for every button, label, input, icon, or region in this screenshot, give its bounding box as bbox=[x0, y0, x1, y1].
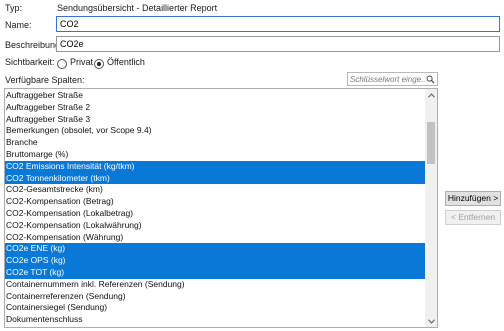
add-column-button[interactable]: Hinzufügen > bbox=[445, 191, 501, 206]
list-item[interactable]: Dokumentenschluss bbox=[5, 314, 426, 326]
name-input[interactable] bbox=[56, 16, 500, 32]
list-item[interactable]: CO2 Emissions Intensität (kg/tkm) bbox=[5, 160, 426, 173]
list-item[interactable]: CO2-Kompensation (Lokalbetrag) bbox=[5, 208, 426, 220]
list-item[interactable]: Containersiegel (Sendung) bbox=[5, 302, 426, 314]
visibility-private-radio[interactable] bbox=[57, 59, 67, 69]
description-label: Beschreibung: bbox=[5, 40, 63, 50]
type-label: Typ: bbox=[5, 3, 23, 13]
list-item[interactable]: CO2e TOT (kg) bbox=[5, 266, 426, 279]
list-item[interactable]: CO2e ENE (kg) bbox=[5, 243, 426, 256]
description-input[interactable] bbox=[56, 36, 500, 52]
list-scrollbar[interactable] bbox=[425, 89, 437, 327]
scroll-up-button[interactable] bbox=[425, 89, 437, 101]
visibility-public-radio[interactable] bbox=[94, 59, 104, 69]
list-item[interactable]: Auftraggeber Straße 3 bbox=[5, 114, 426, 126]
available-columns-list[interactable]: Auftraggeber Straße Auftraggeber Straße 2… bbox=[4, 88, 438, 328]
visibility-label: Sichtbarkeit: bbox=[5, 57, 55, 67]
column-search-box[interactable] bbox=[347, 72, 438, 86]
list-item[interactable]: CO2e OPS (kg) bbox=[5, 255, 426, 267]
list-item[interactable]: Auftraggeber Straße bbox=[5, 90, 426, 102]
list-item[interactable]: Containerreferenzen (Sendung) bbox=[5, 291, 426, 303]
type-value: Sendungsübersicht - Detaillierter Report bbox=[57, 3, 218, 13]
search-icon[interactable] bbox=[426, 75, 435, 84]
list-item[interactable]: Branche bbox=[5, 137, 426, 149]
scroll-down-button[interactable] bbox=[425, 315, 437, 327]
name-label: Name: bbox=[5, 20, 32, 30]
remove-column-button[interactable]: < Entfernen bbox=[445, 210, 501, 225]
column-search-input[interactable] bbox=[350, 74, 426, 85]
list-item[interactable]: CO2-Kompensation (Währung) bbox=[5, 232, 426, 244]
available-columns-label: Verfügbare Spalten: bbox=[5, 75, 85, 85]
scroll-thumb[interactable] bbox=[427, 122, 435, 164]
chevron-down-icon bbox=[427, 318, 435, 324]
visibility-private-label[interactable]: Privat bbox=[70, 57, 93, 67]
list-item[interactable]: Bruttomarge (%) bbox=[5, 149, 426, 161]
list-item[interactable]: CO2 Tonnenkilometer (tkm) bbox=[5, 172, 426, 185]
list-item[interactable]: Containernummern inkl. Referenzen (Sendu… bbox=[5, 279, 426, 291]
list-items: Auftraggeber Straße Auftraggeber Straße 2… bbox=[5, 90, 426, 326]
visibility-public-label[interactable]: Öffentlich bbox=[107, 57, 145, 67]
list-item[interactable]: CO2-Kompensation (Betrag) bbox=[5, 196, 426, 208]
list-item[interactable]: Bemerkungen (obsolet, vor Scope 9.4) bbox=[5, 125, 426, 137]
list-item[interactable]: CO2-Kompensation (Lokalwährung) bbox=[5, 220, 426, 232]
chevron-up-icon bbox=[427, 92, 435, 98]
list-item[interactable]: Auftraggeber Straße 2 bbox=[5, 102, 426, 114]
list-item[interactable]: CO2-Gesamtstrecke (km) bbox=[5, 184, 426, 196]
